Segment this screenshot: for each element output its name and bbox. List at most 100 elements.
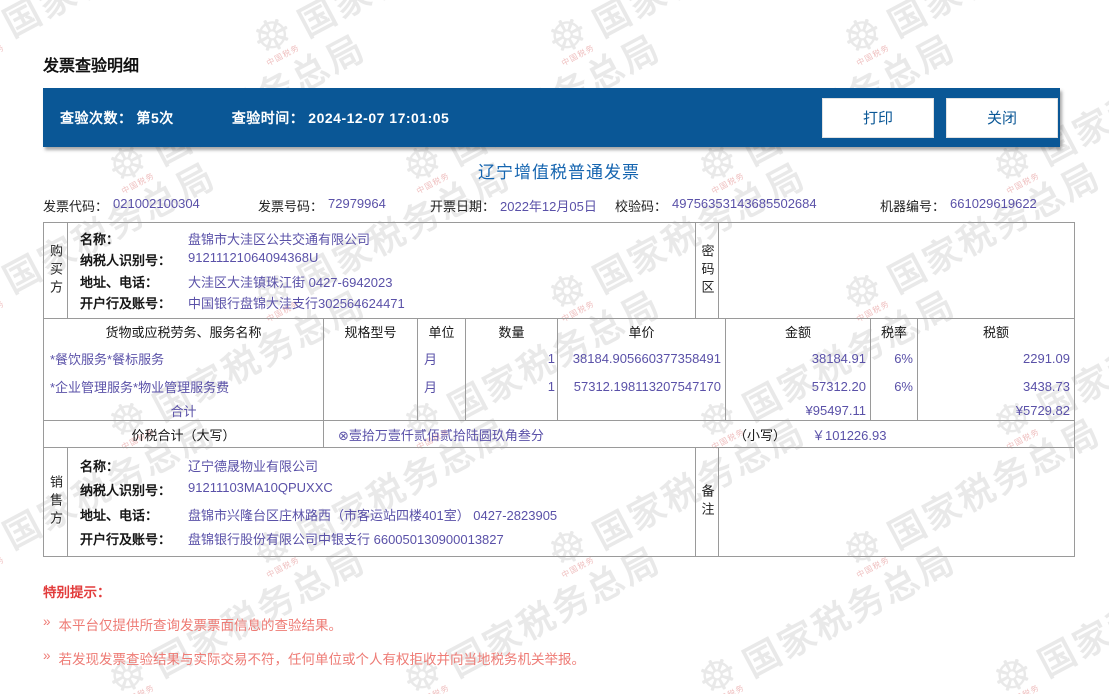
item-amount: 38184.91: [726, 345, 870, 373]
seller-name-value: 辽宁德晟物业有限公司: [188, 456, 318, 475]
item-unit: 月: [418, 372, 465, 400]
tax-total-lowercase-label: （小写）: [734, 425, 786, 444]
item-price: 57312.198113207547170: [558, 372, 725, 400]
buyer-bank-row: 开户行及账号： 中国银行盘锦大洼支行302564624471: [80, 293, 695, 312]
invoice-table: 购买方 名称： 盘锦市大洼区公共交通有限公司 纳税人识别号： 912111210…: [43, 222, 1075, 557]
item-name: *企业管理服务*物业管理服务费: [44, 372, 323, 400]
invoice-code: 发票代码： 021002100304: [43, 196, 258, 215]
query-time-label: 查验时间：: [232, 108, 305, 128]
buyer-details: 名称： 盘锦市大洼区公共交通有限公司 纳税人识别号： 9121112106409…: [68, 223, 695, 318]
item-tax: 2291.09: [918, 345, 1074, 373]
invoice-number-label: 发票号码：: [258, 196, 323, 215]
column-qty: 数量 1 1: [466, 319, 558, 420]
item-tax: 3438.73: [918, 372, 1074, 400]
column-spec: 规格型号: [324, 319, 418, 420]
item-amount: 57312.20: [726, 372, 870, 400]
header-price: 单价: [558, 319, 725, 345]
query-bar-buttons: 打印 关闭: [822, 98, 1058, 138]
password-side-cell: 密码区: [695, 223, 719, 318]
header-name: 货物或应税劳务、服务名称: [44, 319, 323, 345]
item-price: 38184.905660377358491: [558, 345, 725, 373]
buyer-name-label: 名称：: [80, 229, 188, 248]
tip-item-1: » 本平台仅提供所查询发票票面信息的查验结果。: [43, 614, 585, 634]
tip-bullet-icon: »: [43, 614, 51, 634]
query-times-label: 查验次数：: [60, 108, 133, 128]
seller-bank-value: 盘锦银行股份有限公司中银支行 660050130900013827: [188, 529, 504, 548]
item-unit: 月: [418, 345, 465, 373]
column-price: 单价 38184.905660377358491 57312.198113207…: [558, 319, 726, 420]
column-name: 货物或应税劳务、服务名称 *餐饮服务*餐标服务 *企业管理服务*物业管理服务费 …: [44, 319, 324, 420]
tip-text-1: 本平台仅提供所查询发票票面信息的查验结果。: [59, 614, 343, 634]
query-info-bar: 查验次数： 第5次 查验时间： 2024-12-07 17:01:05 打印 关…: [43, 88, 1060, 147]
query-times-group: 查验次数： 第5次: [60, 108, 174, 128]
buyer-section: 购买方 名称： 盘锦市大洼区公共交通有限公司 纳税人识别号： 912111210…: [44, 223, 1074, 319]
machine-number-label: 机器编号：: [880, 196, 945, 215]
seller-name-row: 名称： 辽宁德晟物业有限公司: [80, 456, 695, 475]
check-code: 校验码： 49756353143685502684: [615, 196, 880, 215]
invoice-code-value: 021002100304: [113, 196, 200, 215]
seller-address-row: 地址、电话： 盘锦市兴隆台区庄林路西（市客运站四楼401室） 0427-2823…: [80, 505, 695, 524]
tax-total-uppercase: ⊗壹拾万壹仟贰佰贰拾陆圆玖角叁分: [324, 425, 734, 444]
tip-bullet-icon: »: [43, 648, 51, 668]
tip-item-2: » 若发现发票查验结果与实际交易不符，任何单位或个人有权拒收并向当地税务机关举报…: [43, 648, 585, 668]
item-name: *餐饮服务*餐标服务: [44, 345, 323, 373]
header-unit: 单位: [418, 319, 465, 345]
seller-taxid-label: 纳税人识别号：: [80, 480, 188, 499]
buyer-taxid-row: 纳税人识别号： 91211121064094368U: [80, 250, 695, 269]
seller-side-cell: 销售方: [44, 448, 68, 556]
seller-address-label: 地址、电话：: [80, 505, 188, 524]
close-button[interactable]: 关闭: [946, 98, 1058, 138]
query-time-group: 查验时间： 2024-12-07 17:01:05: [232, 108, 450, 128]
buyer-name-value: 盘锦市大洼区公共交通有限公司: [188, 229, 370, 248]
buyer-address-row: 地址、电话： 大洼区大洼镇珠江街 0427-6942023: [80, 272, 695, 291]
remark-area: [719, 448, 1074, 556]
item-rate: 6%: [871, 372, 917, 400]
header-qty: 数量: [466, 319, 557, 345]
column-rate: 税率 6% 6%: [871, 319, 918, 420]
invoice-title: 辽宁增值税普通发票: [43, 158, 1075, 183]
buyer-side-cell: 购买方: [44, 223, 68, 318]
check-code-value: 49756353143685502684: [672, 196, 817, 215]
buyer-name-row: 名称： 盘锦市大洼区公共交通有限公司: [80, 229, 695, 248]
page-title: 发票查验明细: [43, 52, 139, 76]
special-tips: 特别提示： » 本平台仅提供所查询发票票面信息的查验结果。 » 若发现发票查验结…: [43, 581, 585, 682]
invoice-date: 开票日期： 2022年12月05日: [430, 196, 615, 215]
tax-total-lowercase-value: ￥101226.93: [812, 425, 886, 444]
item-qty: 1: [466, 372, 557, 400]
item-spec: [324, 372, 417, 400]
buyer-taxid-label: 纳税人识别号：: [80, 250, 188, 269]
print-button[interactable]: 打印: [822, 98, 934, 138]
tax-total-section: 价税合计（大写） ⊗壹拾万壹仟贰佰贰拾陆圆玖角叁分 （小写） ￥101226.9…: [44, 421, 1074, 448]
invoice-code-label: 发票代码：: [43, 196, 108, 215]
invoice-date-value: 2022年12月05日: [500, 196, 597, 215]
tips-title: 特别提示：: [43, 581, 585, 601]
machine-number: 机器编号： 661029619622: [880, 196, 1075, 215]
seller-side-label: 销售方: [46, 475, 65, 529]
total-qty-empty: [466, 400, 557, 420]
column-amount: 金额 38184.91 57312.20 ¥95497.11: [726, 319, 871, 420]
query-time-value: 2024-12-07 17:01:05: [308, 110, 449, 126]
header-spec: 规格型号: [324, 319, 417, 345]
seller-taxid-value: 91211103MA10QPUXXC: [188, 480, 333, 499]
total-unit-empty: [418, 400, 465, 420]
column-unit: 单位 月 月: [418, 319, 466, 420]
invoice-number-value: 72979964: [328, 196, 386, 215]
items-section: 货物或应税劳务、服务名称 *餐饮服务*餐标服务 *企业管理服务*物业管理服务费 …: [44, 319, 1074, 421]
buyer-address-value: 大洼区大洼镇珠江街 0427-6942023: [188, 272, 392, 291]
buyer-side-label: 购买方: [46, 244, 65, 298]
query-times-value: 第5次: [137, 108, 174, 128]
check-code-label: 校验码：: [615, 196, 667, 215]
seller-bank-label: 开户行及账号：: [80, 529, 188, 548]
item-rate: 6%: [871, 345, 917, 373]
buyer-bank-value: 中国银行盘锦大洼支行302564624471: [188, 293, 405, 312]
remark-side-cell: 备注: [695, 448, 719, 556]
total-price-empty: [558, 400, 725, 420]
tax-total-label: 价税合计（大写）: [44, 421, 324, 447]
column-tax: 税额 2291.09 3438.73 ¥5729.82: [918, 319, 1074, 420]
total-spec-empty: [324, 400, 417, 420]
total-amount: ¥95497.11: [726, 400, 870, 420]
header-tax: 税额: [918, 319, 1074, 345]
invoice-number: 发票号码： 72979964: [258, 196, 430, 215]
seller-bank-row: 开户行及账号： 盘锦银行股份有限公司中银支行 66005013090001382…: [80, 529, 695, 548]
header-amount: 金额: [726, 319, 870, 345]
